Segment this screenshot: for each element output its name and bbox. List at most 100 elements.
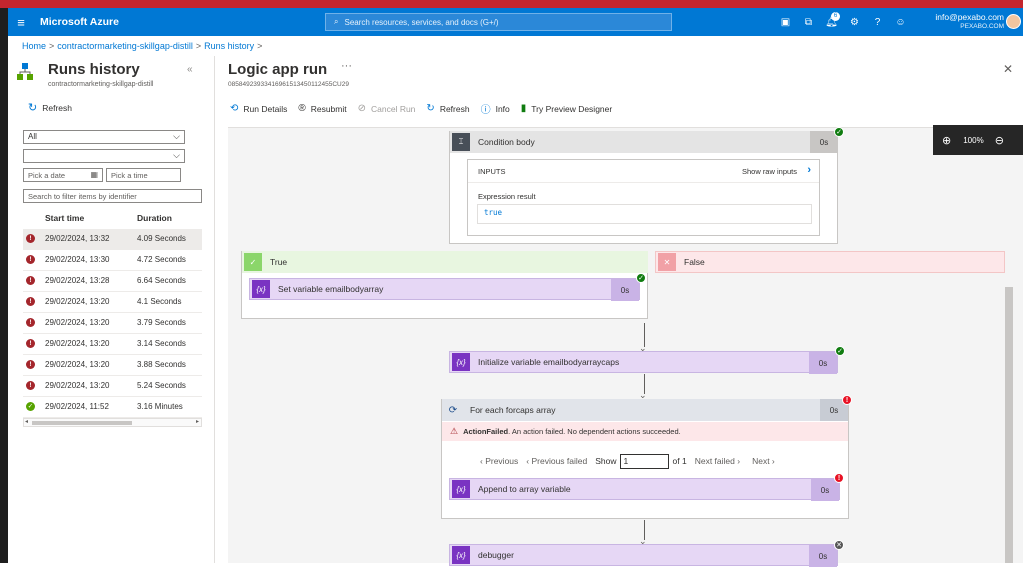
close-icon[interactable]: ✕	[1003, 62, 1013, 76]
true-branch-header[interactable]: ✓ True	[242, 251, 648, 273]
breadcrumb-home[interactable]: Home	[22, 41, 46, 51]
initialize-variable-title: Initialize variable emailbodyarraycaps	[478, 357, 620, 367]
col-start-time[interactable]: Start time	[45, 213, 84, 223]
calendar-icon[interactable]: ▦	[90, 170, 98, 179]
zoom-level: 100%	[963, 135, 984, 145]
breadcrumb-separator: >	[195, 41, 202, 51]
settings-gear-icon[interactable]: ⚙	[843, 17, 866, 28]
identifier-search-input[interactable]: Search to filter items by identifier	[23, 189, 202, 203]
notifications-icon[interactable]: 🔔︎ 6	[820, 11, 843, 28]
inputs-header: INPUTS Show raw inputs ›	[468, 160, 819, 183]
initialize-variable-duration: 0s	[809, 352, 837, 374]
table-row[interactable]: ! 29/02/2024, 13:20 4.1 Seconds	[23, 292, 202, 313]
failure-icon: !	[26, 360, 35, 369]
check-icon: ✓	[244, 253, 262, 271]
chevron-right-icon[interactable]: ›	[807, 164, 811, 176]
avatar[interactable]	[1006, 14, 1021, 29]
variable-icon: {x}	[452, 480, 470, 498]
cancel-run-button[interactable]: ⊘ Cancel Run	[358, 103, 416, 114]
failure-icon: !	[26, 381, 35, 390]
directory-filter-icon[interactable]: ⧉	[797, 17, 820, 28]
set-variable-action[interactable]: {x} Set variable emailbodyarray 0s	[249, 278, 640, 301]
run-start-time: 29/02/2024, 13:20	[45, 297, 110, 306]
search-input[interactable]: ⌕ Search resources, services, and docs (…	[325, 13, 672, 31]
zoom-out-icon[interactable]: ⊖	[995, 134, 1004, 147]
scroll-thumb[interactable]	[32, 421, 132, 425]
runs-history-icon	[17, 63, 33, 80]
table-row[interactable]: ! 29/02/2024, 13:20 5.24 Seconds	[23, 376, 202, 397]
condition-header[interactable]: ⌶ Condition body 0s	[450, 131, 838, 153]
table-row[interactable]: ! 29/02/2024, 13:20 3.88 Seconds	[23, 355, 202, 376]
toolbar-refresh-button[interactable]: ↻ Refresh	[426, 103, 469, 114]
menu-icon[interactable]: ≡	[8, 15, 34, 30]
account-directory: PEXABO.COM	[960, 23, 1004, 30]
failure-icon: !	[834, 473, 844, 483]
run-start-time: 29/02/2024, 13:20	[45, 381, 110, 390]
status-filter-value: All	[28, 132, 37, 141]
secondary-filter-select[interactable]: ⌵	[23, 149, 185, 163]
failure-icon: !	[26, 276, 35, 285]
run-duration: 4.72 Seconds	[137, 255, 186, 264]
status-filter-select[interactable]: All ⌵	[23, 130, 185, 144]
next-failed-button[interactable]: Next failed ›	[695, 456, 740, 466]
run-id: 08584923933416961513450112455CU29	[228, 81, 349, 88]
info-button[interactable]: ⓘ Info	[480, 101, 510, 117]
panel-title: Runs history	[48, 61, 140, 78]
foreach-title: For each forcaps array	[470, 405, 556, 415]
table-row[interactable]: ! 29/02/2024, 13:32 4.09 Seconds	[23, 229, 202, 250]
vertical-scrollbar[interactable]	[1005, 287, 1013, 563]
error-title: ActionFailed	[463, 427, 509, 436]
account-info[interactable]: info@pexabo.com PEXABO.COM	[935, 12, 1004, 32]
refresh-button[interactable]: ↻ Refresh	[28, 101, 72, 114]
preview-designer-button[interactable]: ▮ Try Preview Designer	[521, 103, 612, 114]
breadcrumb-runs-history[interactable]: Runs history	[204, 41, 254, 51]
run-details-button[interactable]: ⟲ Run Details	[230, 103, 287, 114]
initialize-variable-action[interactable]: {x} Initialize variable emailbodyarrayca…	[449, 351, 838, 374]
page-number-input[interactable]: 1	[619, 453, 669, 469]
table-row[interactable]: ! 29/02/2024, 13:30 4.72 Seconds	[23, 250, 202, 271]
skipped-icon: ✕	[834, 540, 844, 550]
foreach-header[interactable]: ⟳ For each forcaps array 0s	[442, 399, 848, 421]
scroll-right-icon[interactable]: ▸	[196, 418, 199, 425]
run-duration: 4.09 Seconds	[137, 234, 186, 243]
date-picker[interactable]: Pick a date ▦	[23, 168, 103, 182]
info-icon: ⓘ	[480, 105, 491, 116]
page-title: Logic app run	[228, 61, 328, 78]
zoom-in-icon[interactable]: ⊕	[942, 134, 951, 147]
help-icon[interactable]: ?	[866, 17, 889, 28]
previous-button[interactable]: ‹ Previous	[480, 456, 518, 466]
append-variable-action[interactable]: {x} Append to array variable 0s	[449, 478, 840, 501]
table-row[interactable]: ! 29/02/2024, 13:28 6.64 Seconds	[23, 271, 202, 292]
false-branch-header[interactable]: ✕ False	[656, 251, 1005, 273]
table-row[interactable]: ! 29/02/2024, 13:20 3.14 Seconds	[23, 334, 202, 355]
run-start-time: 29/02/2024, 13:28	[45, 276, 110, 285]
cloud-shell-icon[interactable]: ▣	[774, 17, 797, 28]
refresh-icon: ↻	[426, 103, 435, 114]
show-raw-inputs-link[interactable]: Show raw inputs	[742, 167, 797, 176]
next-button[interactable]: Next ›	[752, 456, 775, 466]
breadcrumb: Home > contractormarketing-skillgap-distil…	[22, 41, 265, 51]
history-icon: ⟲	[230, 103, 239, 114]
scroll-left-icon[interactable]: ◂	[25, 418, 28, 425]
brand-label[interactable]: Microsoft Azure	[40, 16, 119, 28]
previous-label: Previous	[485, 456, 519, 466]
collapse-chevron-icon[interactable]: «	[187, 64, 193, 75]
debugger-title: debugger	[478, 550, 514, 560]
previous-failed-button[interactable]: ‹ Previous failed	[526, 456, 587, 466]
breadcrumb-separator: >	[257, 41, 263, 51]
table-row[interactable]: ✓ 29/02/2024, 11:52 3.16 Minutes	[23, 397, 202, 418]
time-picker[interactable]: Pick a time	[106, 168, 181, 182]
warning-icon: ⚠	[450, 426, 459, 436]
breadcrumb-resource[interactable]: contractormarketing-skillgap-distill	[57, 41, 193, 51]
horizontal-scrollbar[interactable]: ◂ ▸	[23, 418, 202, 427]
more-options-icon[interactable]: ···	[341, 60, 352, 72]
resubmit-button[interactable]: ® Resubmit	[298, 103, 346, 114]
set-variable-duration: 0s	[611, 279, 639, 301]
chevron-right-icon: ›	[734, 456, 741, 466]
failure-icon: !	[26, 297, 35, 306]
feedback-icon[interactable]: ☺	[889, 17, 912, 28]
col-duration[interactable]: Duration	[137, 213, 172, 223]
table-row[interactable]: ! 29/02/2024, 13:20 3.79 Seconds	[23, 313, 202, 334]
breadcrumb-separator: >	[49, 41, 55, 51]
append-variable-title: Append to array variable	[478, 484, 571, 494]
